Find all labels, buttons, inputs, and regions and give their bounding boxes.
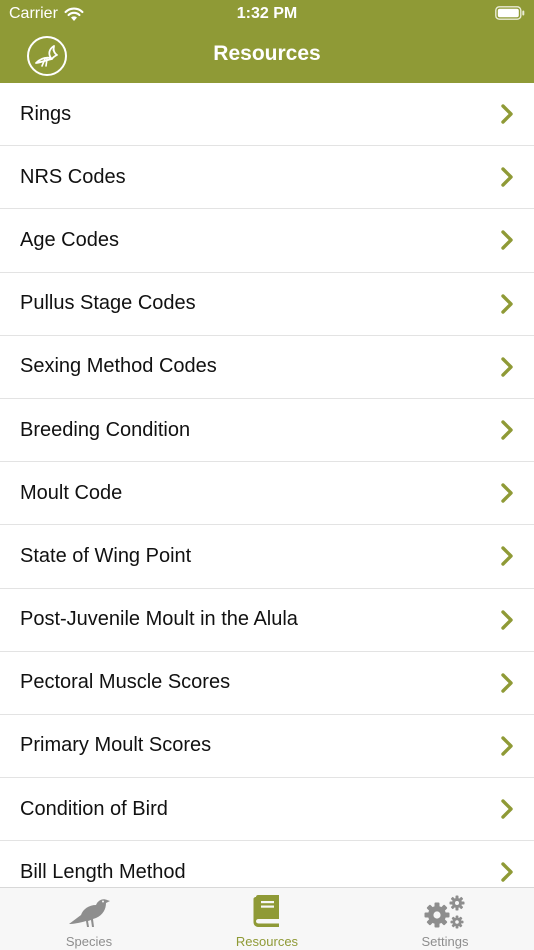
chevron-right-icon [501, 293, 513, 314]
chevron-right-icon [501, 862, 513, 883]
tab-label: Species [65, 934, 113, 949]
list-item-label: Pectoral Muscle Scores [20, 671, 231, 694]
gears-icon [424, 895, 465, 929]
resources-list: Rings NRS Codes Age Codes Pullus Stage C… [0, 83, 534, 887]
bird-icon [69, 899, 110, 927]
list-item[interactable]: Condition of Bird [0, 778, 534, 842]
list-item[interactable]: Moult Code [0, 462, 534, 526]
chevron-right-icon [501, 357, 513, 377]
tab-bar: Species Resources Settings [0, 887, 534, 950]
list-item-label: State of Wing Point [20, 544, 192, 567]
chevron-right-icon [501, 546, 513, 567]
tab-label: Resources [235, 934, 299, 949]
chevron-right-icon [501, 799, 513, 819]
list-item-label: Age Codes [20, 228, 119, 251]
list-item[interactable]: Primary Moult Scores [0, 715, 534, 779]
chevron-right-icon [501, 104, 513, 124]
list-item[interactable]: Age Codes [0, 209, 534, 273]
list-item[interactable]: Bill Length Method [0, 841, 534, 887]
list-item-label: Primary Moult Scores [20, 734, 212, 757]
list-item[interactable]: State of Wing Point [0, 525, 534, 589]
chevron-right-icon [501, 167, 513, 187]
chevron-right-icon [501, 609, 513, 630]
tab-label: Settings [421, 934, 469, 949]
nav-bar: Resources [0, 28, 534, 83]
list-item[interactable]: Rings [0, 83, 534, 147]
status-time: 1:32 PM [236, 5, 298, 22]
list-item[interactable]: NRS Codes [0, 146, 534, 210]
list-item-label: Moult Code [20, 481, 123, 504]
book-icon [253, 895, 279, 927]
list-item[interactable]: Breeding Condition [0, 399, 534, 463]
list-item[interactable]: Post-Juvenile Moult in the Alula [0, 589, 534, 652]
list-item-label: Bill Length Method [20, 860, 186, 883]
status-bar: Carrier 1:32 PM [0, 0, 534, 28]
chevron-right-icon [501, 736, 513, 756]
list-item-label: Breeding Condition [20, 418, 191, 441]
list-item-label: Rings [20, 102, 72, 125]
header: Carrier 1:32 PM Resources [0, 0, 534, 83]
list-item-label: Post-Juvenile Moult in the Alula [20, 608, 298, 631]
list-item-label: Sexing Method Codes [20, 355, 217, 378]
page-title: Resources [213, 42, 321, 65]
chevron-right-icon [501, 230, 513, 251]
chevron-right-icon [501, 420, 513, 440]
tab-resources[interactable]: Resources [178, 888, 356, 950]
list-item-label: Pullus Stage Codes [20, 292, 196, 315]
tab-settings[interactable]: Settings [356, 888, 534, 950]
list-item-label: Condition of Bird [20, 797, 168, 820]
chevron-right-icon [501, 673, 513, 693]
chevron-right-icon [501, 483, 513, 503]
battery-icon [495, 6, 525, 20]
list-item-label: NRS Codes [20, 165, 126, 188]
list-item[interactable]: Sexing Method Codes [0, 336, 534, 399]
list-item[interactable]: Pectoral Muscle Scores [0, 652, 534, 715]
tab-species[interactable]: Species [0, 888, 178, 950]
list-item[interactable]: Pullus Stage Codes [0, 273, 534, 336]
